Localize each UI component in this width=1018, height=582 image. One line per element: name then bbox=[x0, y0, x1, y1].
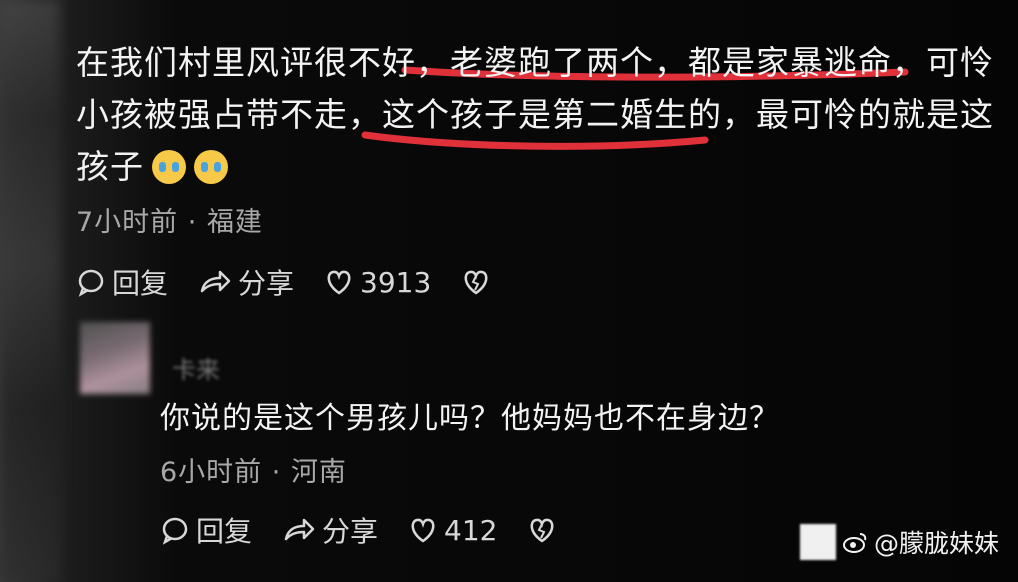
share-label: 分享 bbox=[238, 267, 295, 300]
comment-1-actions: 回复 分享 3913 bbox=[76, 262, 527, 302]
comment-2-text: 你说的是这个男孩儿吗？他妈妈也不在身边？ bbox=[160, 401, 780, 436]
share-button[interactable]: 分享 bbox=[282, 510, 378, 550]
dislike-button[interactable] bbox=[527, 516, 563, 544]
heart-icon bbox=[327, 270, 351, 295]
dislike-button[interactable] bbox=[461, 268, 497, 296]
reply-button[interactable]: 回复 bbox=[160, 510, 252, 550]
reply-icon bbox=[162, 517, 188, 545]
blurred-edge bbox=[0, 0, 60, 582]
reply-username[interactable]: 卡来 bbox=[172, 350, 220, 385]
watermark-text: @朦胧妹妹 bbox=[874, 529, 1000, 558]
comment-1-meta: 7小时前 · 福建 bbox=[76, 207, 263, 238]
reply-label: 回复 bbox=[196, 515, 253, 548]
share-icon bbox=[284, 518, 315, 541]
comment-2-meta: 6小时前 · 河南 bbox=[160, 457, 347, 488]
avatar[interactable] bbox=[80, 322, 150, 394]
share-icon bbox=[200, 270, 231, 293]
crying-emoji-icon bbox=[194, 150, 228, 184]
crying-emoji-icon bbox=[152, 150, 186, 184]
comment-2-actions: 回复 分享 412 bbox=[160, 510, 593, 550]
broken-heart-icon bbox=[464, 270, 488, 295]
reply-button[interactable]: 回复 bbox=[76, 262, 168, 302]
share-button[interactable]: 分享 bbox=[198, 262, 294, 302]
comment-1-text: 在我们村里风评很不好，老婆跑了两个，都是家暴逃命，可怜小孩被强占带不走，这个孩子… bbox=[76, 43, 994, 186]
like-count: 412 bbox=[444, 513, 498, 547]
like-count: 3913 bbox=[360, 265, 432, 299]
like-button[interactable]: 3913 bbox=[324, 266, 431, 299]
watermark: @朦胧妹妹 bbox=[800, 522, 999, 562]
heart-icon bbox=[411, 518, 435, 543]
share-label: 分享 bbox=[322, 515, 379, 548]
watermark-logo-box bbox=[800, 524, 836, 560]
broken-heart-icon bbox=[531, 518, 554, 543]
reply-icon bbox=[78, 269, 104, 297]
reply-label: 回复 bbox=[112, 267, 169, 300]
like-button[interactable]: 412 bbox=[408, 514, 497, 547]
weibo-icon bbox=[843, 533, 867, 553]
